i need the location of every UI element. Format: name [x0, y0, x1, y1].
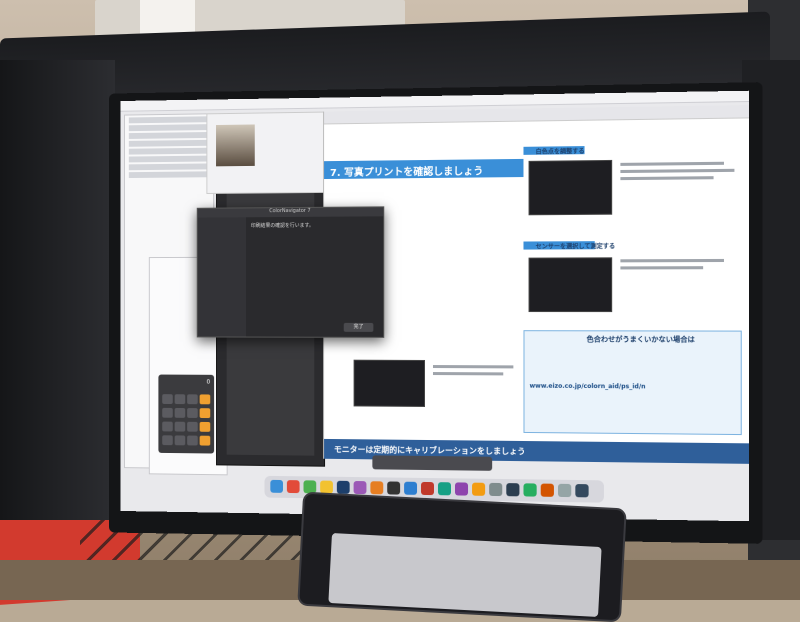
finder-row: [128, 116, 210, 124]
dock-icon[interactable]: [454, 482, 469, 496]
document-toolbar: [324, 105, 750, 125]
calc-key[interactable]: [162, 421, 173, 432]
text-line: [620, 176, 714, 181]
text-line: [432, 372, 504, 376]
document-window: 7. 写真プリントを確認しましょう 白色点を調整する センサーを選択して測定する…: [323, 105, 750, 464]
dialog-title: ColorNavigator 7: [197, 207, 384, 218]
calc-key[interactable]: [187, 435, 198, 446]
dock-icon[interactable]: [370, 481, 384, 495]
heading-1: 白色点を調整する: [535, 148, 585, 156]
finder-row: [128, 139, 210, 147]
calculator-display: 0: [206, 378, 211, 386]
dock-icon[interactable]: [575, 484, 589, 498]
text-line: [620, 266, 704, 270]
dock-icon[interactable]: [523, 483, 537, 497]
dock-icon[interactable]: [421, 481, 434, 496]
calc-key-op[interactable]: [199, 394, 211, 405]
calculator-window: 0: [158, 374, 215, 454]
dock-icon[interactable]: [558, 483, 572, 498]
calc-key[interactable]: [174, 407, 186, 418]
section-title: 7. 写真プリントを確認しましょう: [329, 166, 484, 179]
calc-key[interactable]: [174, 421, 186, 432]
heading-2: センサーを選択して測定する: [535, 243, 616, 251]
dock-icon[interactable]: [489, 482, 503, 497]
calc-key[interactable]: [174, 435, 186, 446]
monitor-hood-left: [0, 60, 115, 520]
calc-key[interactable]: [174, 394, 186, 405]
dialog-sidebar: [197, 217, 247, 337]
dock-icon[interactable]: [404, 481, 418, 495]
dock-icon[interactable]: [506, 483, 520, 497]
calc-key[interactable]: [162, 435, 173, 446]
calc-key-op[interactable]: [199, 435, 211, 446]
calc-key-op[interactable]: [199, 421, 211, 432]
calibration-dialog: ColorNavigator 7 印刷結果の確認を行います。 完了: [196, 206, 385, 338]
dock-icon[interactable]: [540, 483, 554, 497]
dock-icon[interactable]: [353, 480, 367, 495]
dock-icon[interactable]: [336, 480, 350, 494]
calc-key[interactable]: [162, 394, 173, 405]
finder-row: [128, 163, 210, 171]
finder-row: [128, 171, 210, 179]
shelf-item-box: [140, 0, 195, 34]
text-line: [620, 258, 724, 263]
calc-key-op[interactable]: [199, 408, 211, 419]
zoom-toolbar[interactable]: [372, 455, 493, 471]
warning-link[interactable]: www.eizo.co.jp/colorn_aid/ps_id/n: [530, 383, 646, 391]
text-line: [620, 168, 735, 174]
dock-icon[interactable]: [286, 480, 300, 494]
text-line: [432, 365, 514, 369]
dock-icon[interactable]: [472, 482, 486, 496]
text-line: [620, 161, 724, 166]
foreground-device-screen: [328, 532, 602, 618]
finder-row: [128, 147, 210, 155]
screenshot-thumb-3: [353, 359, 426, 407]
dialog-done-button[interactable]: 完了: [343, 322, 374, 332]
screenshot-thumb-1: [528, 159, 613, 216]
warning-title: 色合わせがうまくいかない場合は: [586, 335, 695, 344]
finder-row: [128, 155, 210, 163]
dialog-body: 印刷結果の確認を行います。: [250, 222, 314, 230]
finder-row: [128, 124, 210, 132]
calc-key[interactable]: [187, 421, 198, 432]
dock-icon[interactable]: [270, 479, 283, 493]
calc-key[interactable]: [162, 407, 173, 418]
screenshot-thumb-2: [528, 257, 613, 313]
finder-row: [128, 131, 210, 139]
photo-thumbnail: [216, 124, 255, 167]
dock-icon[interactable]: [387, 481, 401, 495]
calc-key[interactable]: [187, 394, 198, 405]
dock-icon[interactable]: [437, 482, 451, 496]
monitor-screen: 0 7. 写真プリントを確認しましょう 白色点を調整する センサーを選択して測定…: [120, 90, 750, 522]
calc-key[interactable]: [187, 408, 198, 418]
